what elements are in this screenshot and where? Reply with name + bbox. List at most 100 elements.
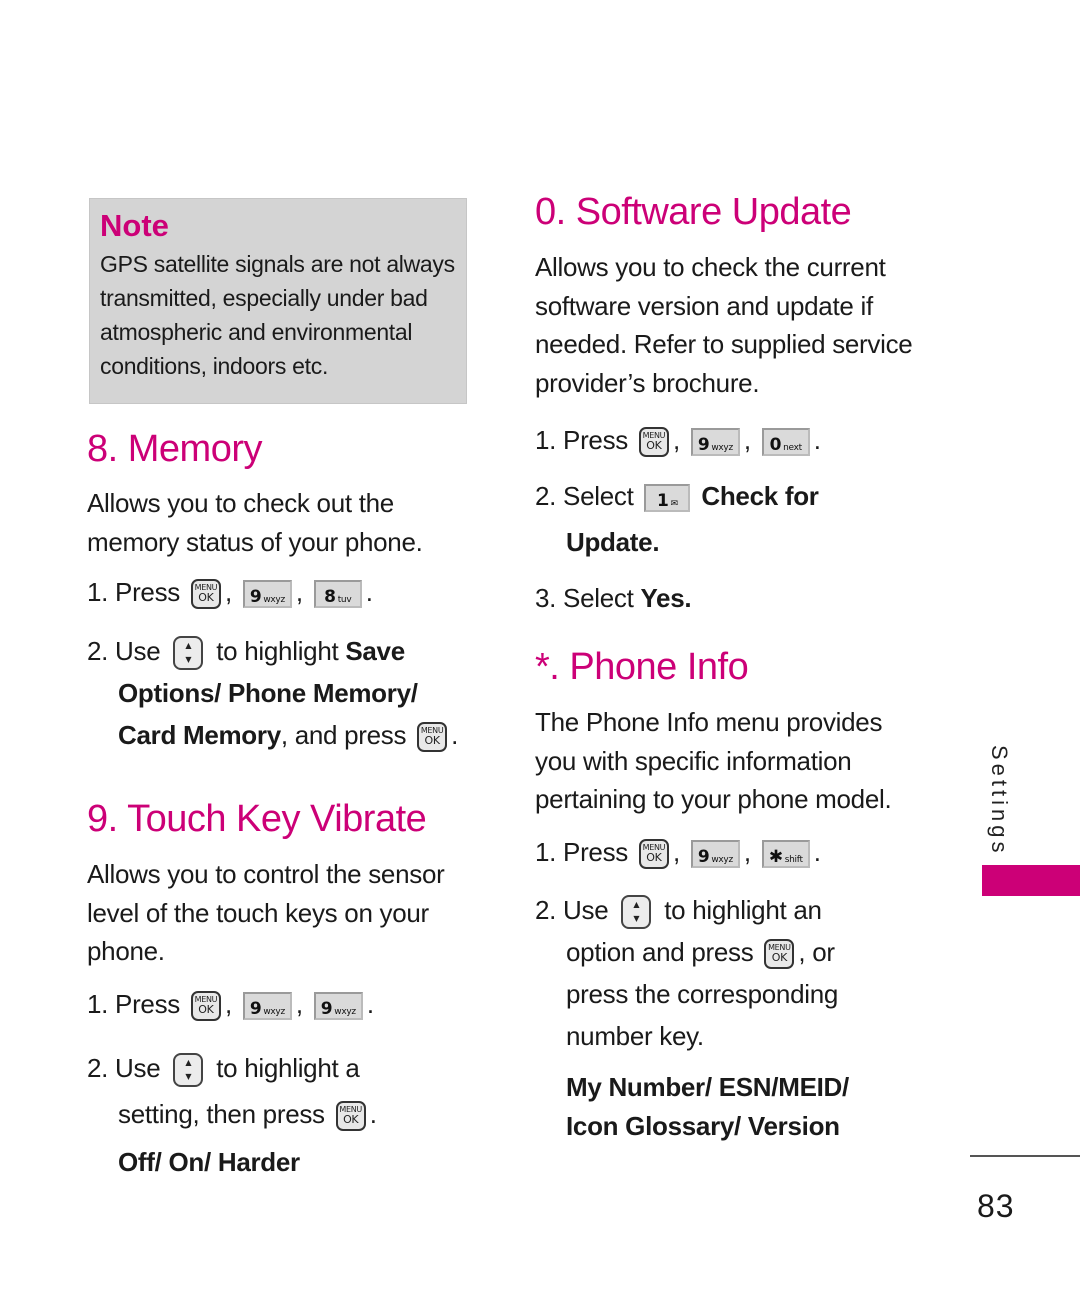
key-glyph: next xyxy=(783,443,802,454)
key-glyph: OK xyxy=(343,1113,359,1127)
step-number: 1. xyxy=(535,425,557,455)
key-glyph: ▲ xyxy=(185,1058,192,1068)
key-glyph: 9 xyxy=(320,999,333,1020)
one-key-icon: 1 ✉ xyxy=(644,484,691,513)
desc-line: pertaining to your phone model. xyxy=(535,784,892,814)
step-text: Use xyxy=(563,895,609,925)
key-glyph: OK xyxy=(198,591,214,605)
note-line: transmitted, especially under bad xyxy=(100,285,428,311)
nav-key-icon: ▲ ▼ xyxy=(621,895,652,930)
option-label: Off/ On/ Harder xyxy=(118,1147,300,1177)
software-update-heading: 0. Software Update xyxy=(535,191,852,233)
software-update-step-1: 1. Press MENU OK, 9 wxyz, 0 next. xyxy=(535,419,821,461)
step-text: Press xyxy=(563,425,628,455)
menu-ok-key-icon: MENU OK xyxy=(638,427,669,458)
phone-info-step-1: 1. Press MENU OK, 9 wxyz, ✱ shift. xyxy=(535,831,821,873)
option-label: Save xyxy=(345,636,405,666)
desc-line: Allows you to check out the xyxy=(87,488,394,518)
step-text: , or xyxy=(798,937,835,967)
key-glyph: wxyz xyxy=(334,1007,356,1018)
period: . xyxy=(366,989,374,1019)
key-glyph: 9 xyxy=(697,435,710,456)
software-update-description: Allows you to check the current software… xyxy=(535,248,913,402)
nine-key-icon: 9 wxyz xyxy=(690,840,740,869)
nav-key-icon: ▲ ▼ xyxy=(173,636,204,671)
comma: , xyxy=(224,989,232,1019)
step-number: 3. xyxy=(535,583,557,613)
zero-key-icon: 0 next xyxy=(761,428,810,457)
step-text: Use xyxy=(115,636,161,666)
memory-heading: 8. Memory xyxy=(87,428,262,470)
step-text: Use xyxy=(115,1053,161,1083)
key-glyph: OK xyxy=(198,1003,214,1017)
key-glyph: 9 xyxy=(249,999,262,1020)
note-text: GPS satellite signals are not always tra… xyxy=(100,247,456,383)
comma: , xyxy=(672,425,680,455)
step-number: 1. xyxy=(87,989,109,1019)
touch-key-step-2: 2. Use ▲ ▼ to highlight a setting, then p… xyxy=(87,1047,377,1183)
menu-ok-key-icon: MENU OK xyxy=(190,579,221,610)
memory-description: Allows you to check out the memory statu… xyxy=(87,484,423,561)
nine-key-icon: 9 wxyz xyxy=(313,992,363,1021)
option-label: My Number/ ESN/MEID/ xyxy=(566,1072,849,1102)
desc-line: Allows you to control the sensor xyxy=(87,859,445,889)
note-line: GPS satellite signals are not always xyxy=(100,251,455,277)
desc-line: The Phone Info menu provides xyxy=(535,707,883,737)
step-number: 2. xyxy=(87,1053,109,1083)
nine-key-icon: 9 wxyz xyxy=(242,580,292,609)
nav-key-icon: ▲ ▼ xyxy=(173,1053,204,1088)
key-glyph: ▼ xyxy=(185,655,192,665)
phone-info-step-2: 2. Use ▲ ▼ to highlight an option and pre… xyxy=(535,889,838,1057)
comma: , xyxy=(224,577,232,607)
page-number-divider xyxy=(970,1155,1080,1157)
key-glyph: ▼ xyxy=(633,914,640,924)
period: . xyxy=(451,720,459,750)
key-glyph: ✱ xyxy=(768,847,783,868)
menu-ok-key-icon: MENU OK xyxy=(764,939,795,970)
touch-key-step-1: 1. Press MENU OK, 9 wxyz, 9 wxyz. xyxy=(87,983,374,1025)
desc-line: provider’s brochure. xyxy=(535,367,760,398)
option-label: Icon Glossary/ Version xyxy=(566,1111,840,1141)
key-glyph: ▼ xyxy=(185,1072,192,1082)
note-line: atmospheric and environmental xyxy=(100,319,413,345)
key-glyph: OK xyxy=(646,439,662,453)
menu-ok-key-icon: MENU OK xyxy=(638,839,669,870)
menu-ok-key-icon: MENU OK xyxy=(417,722,448,753)
phone-info-options: My Number/ ESN/MEID/ Icon Glossary/ Vers… xyxy=(566,1068,849,1146)
key-glyph: 0 xyxy=(769,435,782,456)
phone-info-description: The Phone Info menu provides you with sp… xyxy=(535,703,892,819)
period: . xyxy=(369,1099,377,1129)
step-number: 2. xyxy=(87,636,109,666)
section-tab-marker xyxy=(982,865,1080,896)
key-glyph: 1 xyxy=(657,491,669,512)
nine-key-icon: 9 wxyz xyxy=(242,992,292,1021)
key-glyph: shift xyxy=(784,855,803,866)
note-title: Note xyxy=(100,208,169,243)
note-line: conditions, indoors etc. xyxy=(100,353,329,379)
menu-ok-key-icon: MENU OK xyxy=(190,991,221,1022)
key-glyph: wxyz xyxy=(263,1007,285,1018)
page-number: 83 xyxy=(977,1188,1015,1224)
period: . xyxy=(813,837,821,867)
step-text: Select xyxy=(563,481,634,511)
star-key-icon: ✱ shift xyxy=(761,840,810,869)
step-number: 2. xyxy=(535,481,557,511)
step-text: Press xyxy=(563,837,628,867)
step-text: option and press xyxy=(566,937,754,967)
eight-key-icon: 8 tuv xyxy=(313,580,362,609)
phone-info-heading: *. Phone Info xyxy=(535,646,749,688)
comma: , xyxy=(295,989,303,1019)
option-label: Card Memory xyxy=(118,720,281,750)
comma: , xyxy=(672,837,680,867)
key-glyph: OK xyxy=(771,951,788,965)
step-text: Press xyxy=(115,577,180,607)
key-glyph: ▲ xyxy=(633,900,640,910)
comma: , xyxy=(743,837,751,867)
step-text: press the corresponding xyxy=(566,979,839,1009)
step-number: 1. xyxy=(87,577,109,607)
step-text: to highlight a xyxy=(216,1053,360,1083)
menu-ok-key-icon: MENU OK xyxy=(335,1101,366,1132)
comma: , xyxy=(295,577,303,607)
step-text: setting, then press xyxy=(118,1099,325,1129)
desc-line: level of the touch keys on your xyxy=(87,897,429,928)
